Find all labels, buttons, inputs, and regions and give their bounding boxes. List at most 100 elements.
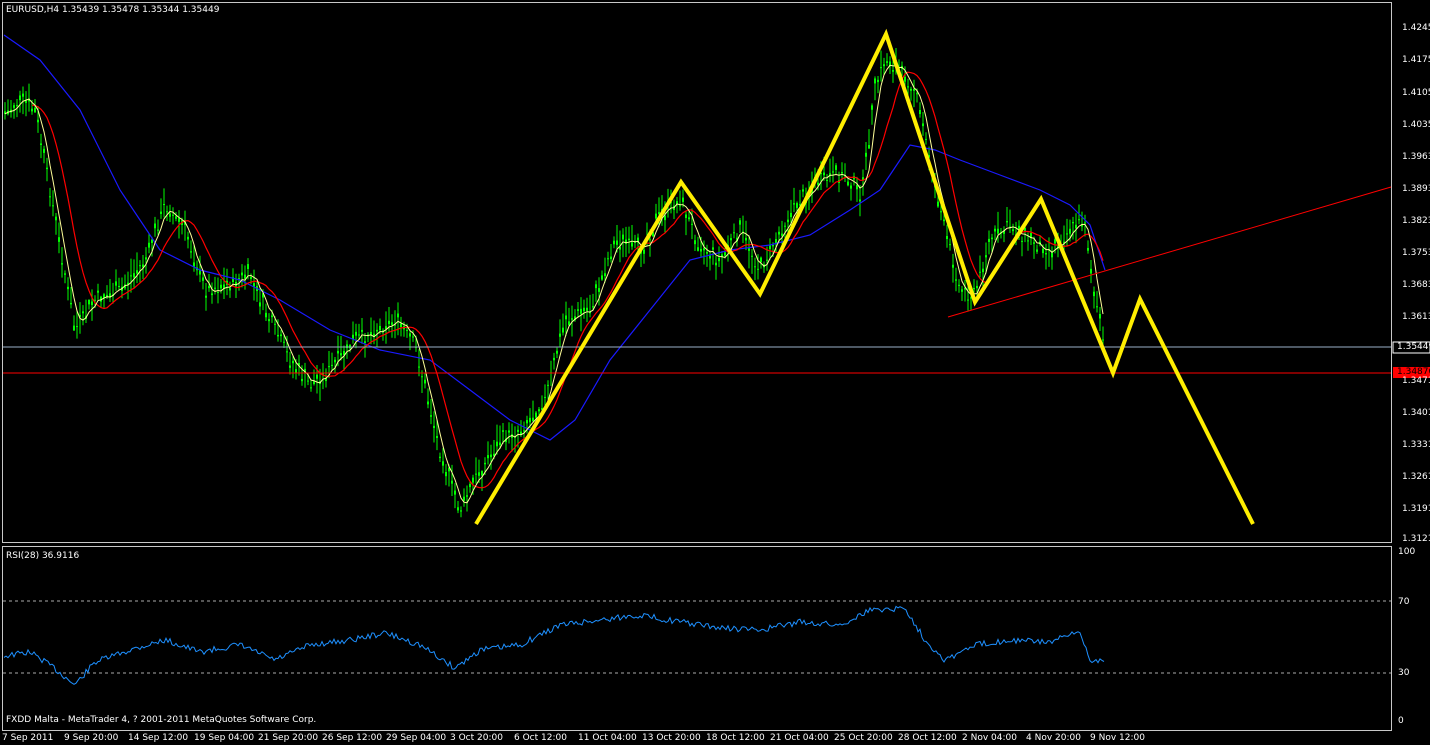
price-label: 1.32610 <box>1402 472 1430 482</box>
candle-body <box>778 231 780 235</box>
candle-body <box>967 299 969 301</box>
rsi-level-label: 30 <box>1398 668 1410 678</box>
candle-body <box>115 281 117 286</box>
candle-body <box>421 376 423 378</box>
time-label: 9 Nov 12:00 <box>1090 733 1145 743</box>
candle-body <box>229 287 231 291</box>
candle-body <box>64 273 66 275</box>
candle-body <box>826 179 828 181</box>
candle-body <box>388 320 390 324</box>
time-label: 14 Sep 12:00 <box>128 733 189 743</box>
candle-body <box>1090 268 1092 274</box>
candle-body <box>13 105 15 108</box>
candle-body <box>730 238 732 241</box>
candle-body <box>553 357 555 361</box>
candle-body <box>874 78 876 84</box>
candle-body <box>418 366 420 368</box>
time-label: 6 Oct 12:00 <box>514 733 567 743</box>
candle-body <box>460 510 462 512</box>
candle-body <box>991 237 993 240</box>
time-label: 2 Nov 04:00 <box>962 733 1017 743</box>
candle-body <box>943 219 945 222</box>
candle-body <box>169 213 171 217</box>
candle-body <box>118 286 120 288</box>
candle-body <box>868 145 870 149</box>
candle-body <box>1042 248 1044 254</box>
main-chart-title: EURUSD,H4 1.35439 1.35478 1.35344 1.3544… <box>6 5 220 15</box>
candle-body <box>37 119 39 123</box>
candle-body <box>52 205 54 207</box>
rsi-panel-title: RSI(28) 36.9116 <box>6 551 80 561</box>
time-label: 21 Oct 04:00 <box>770 733 829 743</box>
candle-body <box>865 152 867 157</box>
candle-body <box>685 214 687 218</box>
candle-body <box>877 79 879 83</box>
candle-body <box>1054 239 1056 244</box>
candle-body <box>412 336 414 338</box>
candle-body <box>442 461 444 466</box>
candle-body <box>289 365 291 368</box>
candle-body <box>76 326 78 328</box>
candle-body <box>1012 229 1014 232</box>
candle-body <box>19 95 21 101</box>
trend-line[interactable] <box>947 186 1392 318</box>
candle-body <box>331 364 333 366</box>
price-label: 1.41750 <box>1402 55 1430 65</box>
candle-body <box>502 430 504 432</box>
footer-copyright: FXDD Malta - MetaTrader 4, ? 2001-2011 M… <box>6 715 317 725</box>
candle-body <box>1072 222 1074 224</box>
time-label: 9 Sep 20:00 <box>64 733 119 743</box>
candle-body <box>886 61 888 63</box>
candle-body <box>910 88 912 91</box>
candle-body <box>847 181 849 186</box>
candle-body <box>793 203 795 205</box>
candle-body <box>211 293 213 296</box>
candle-body <box>190 251 192 253</box>
candle-body <box>313 381 315 385</box>
candle-body <box>58 237 60 242</box>
time-label: 21 Sep 20:00 <box>258 733 319 743</box>
price-label: 1.42450 <box>1402 23 1430 33</box>
candle-body <box>562 327 564 333</box>
candle-body <box>757 268 759 270</box>
candle-body <box>259 302 261 307</box>
candle-body <box>172 214 174 216</box>
rsi-level-label: 100 <box>1398 547 1416 557</box>
candle-body <box>1021 240 1023 242</box>
candle-body <box>751 255 753 257</box>
candle-body <box>208 286 210 289</box>
candle-body <box>277 334 279 337</box>
candle-body <box>718 257 720 262</box>
candle-body <box>271 315 273 318</box>
candle-body <box>484 462 486 465</box>
candle-body <box>175 216 177 219</box>
candle-body <box>250 276 252 279</box>
candle-body <box>961 289 963 292</box>
candle-body <box>583 307 585 312</box>
candle-body <box>97 290 99 293</box>
candle-body <box>940 211 942 213</box>
price-label: 1.38230 <box>1402 216 1430 226</box>
chart-canvas[interactable] <box>0 0 1430 745</box>
candle-body <box>499 442 501 446</box>
candle-body <box>760 257 762 263</box>
candle-body <box>649 239 651 241</box>
candle-body <box>451 480 453 484</box>
candle-body <box>46 167 48 170</box>
candle-body <box>247 264 249 270</box>
candle-body <box>1033 242 1035 244</box>
candle-body <box>31 108 33 112</box>
price-label: 1.36130 <box>1402 312 1430 322</box>
candle-body <box>139 265 141 267</box>
candle-body <box>790 212 792 218</box>
wave-pattern-drawing[interactable] <box>474 28 1255 526</box>
candle-body <box>592 306 594 308</box>
candle-body <box>217 291 219 293</box>
candle-body <box>538 409 540 412</box>
time-label: 29 Sep 04:00 <box>386 733 447 743</box>
candle-body <box>997 228 999 234</box>
candle-body <box>985 255 987 258</box>
candle-body <box>565 315 567 320</box>
candle-body <box>532 417 534 422</box>
candle-body <box>328 366 330 368</box>
